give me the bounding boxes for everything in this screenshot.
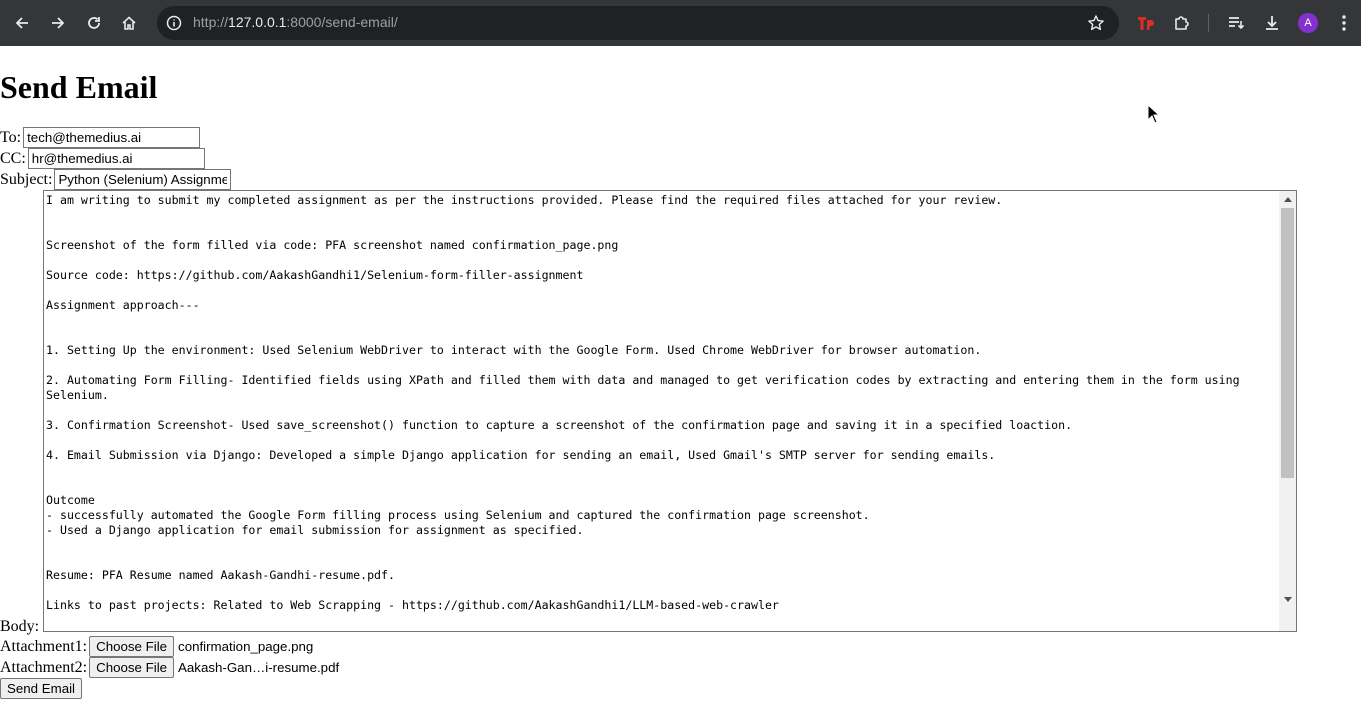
to-row: To: [0,127,201,148]
body-scrollbar[interactable] [1279,191,1296,631]
extensions-puzzle-icon[interactable] [1170,11,1194,35]
scrollbar-thumb[interactable] [1281,208,1294,478]
toolbar-divider [1208,14,1209,32]
scroll-up-arrow-icon[interactable] [1279,191,1296,207]
to-input[interactable] [23,127,201,148]
attachment2-choose-file-button[interactable]: Choose File [89,657,175,678]
attachment1-row: Attachment1: Choose File confirmation_pa… [0,636,313,657]
body-textarea[interactable]: I am writing to submit my completed assi… [43,190,1297,632]
mouse-cursor-icon [1147,103,1161,129]
subject-label: Subject: [0,170,53,188]
back-icon[interactable] [8,9,36,37]
url-host: 127.0.0.1 [228,14,287,30]
forward-icon[interactable] [44,9,72,37]
attachment2-row: Attachment2: Choose File Aakash-Gan…i-re… [0,657,339,678]
body-label: Body: [0,618,40,635]
attachment2-label: Attachment2: [0,658,88,676]
reading-list-icon[interactable] [1224,11,1248,35]
attachment1-label: Attachment1: [0,637,88,655]
site-info-icon[interactable] [165,14,183,32]
reload-icon[interactable] [80,9,108,37]
to-label: To: [0,128,22,146]
page-title: Send Email [0,69,158,105]
attachment2-file-name: Aakash-Gan…i-resume.pdf [178,660,340,675]
url-prefix: http:// [193,14,229,30]
address-bar[interactable]: http://127.0.0.1:8000/send-email/ [157,6,1119,40]
home-icon[interactable] [115,9,143,37]
profile-avatar[interactable]: A [1298,13,1318,33]
url-path: :8000/send-email/ [286,14,398,30]
download-icon[interactable] [1260,11,1284,35]
cc-row: CC: [0,148,205,169]
subject-row: Subject: [0,169,232,190]
bookmark-star-icon[interactable] [1087,14,1105,32]
cc-input[interactable] [27,148,205,169]
menu-kebab-icon[interactable] [1332,11,1356,35]
browser-toolbar: http://127.0.0.1:8000/send-email/ A [0,0,1361,46]
scroll-down-arrow-icon[interactable] [1279,591,1296,607]
extension-tp-icon[interactable] [1134,11,1158,35]
attachment1-file-name: confirmation_page.png [178,639,314,654]
cc-label: CC: [0,149,26,167]
url-text[interactable]: http://127.0.0.1:8000/send-email/ [193,14,398,30]
send-email-button[interactable]: Send Email [0,678,82,699]
subject-input[interactable] [54,169,232,190]
attachment1-choose-file-button[interactable]: Choose File [89,636,175,657]
